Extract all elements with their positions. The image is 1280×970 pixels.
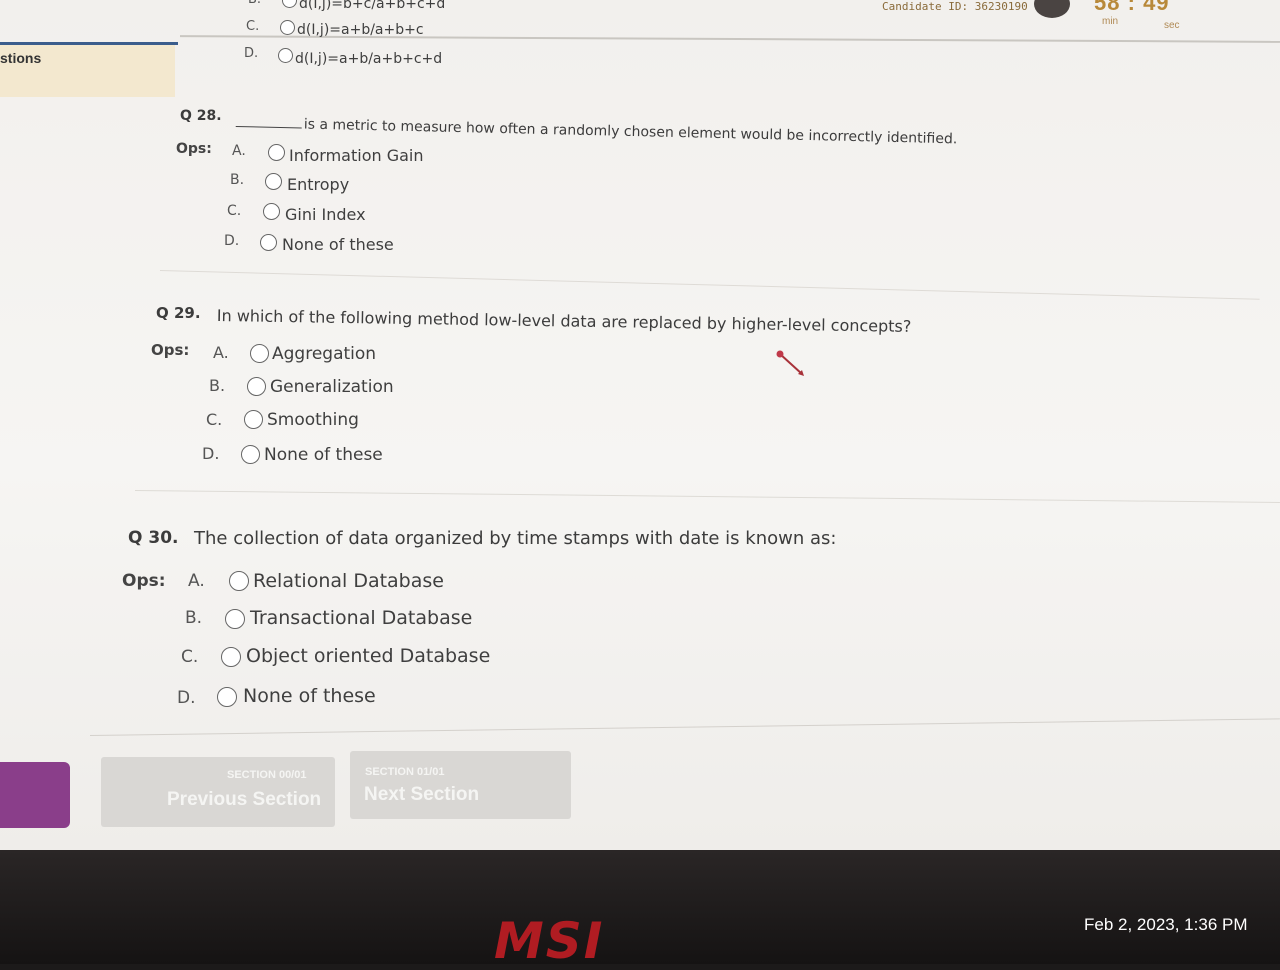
- radio-option[interactable]: [221, 647, 241, 667]
- option-letter: B.: [248, 0, 261, 7]
- radio-option[interactable]: [241, 445, 260, 464]
- mouse-pointer-icon: [776, 350, 804, 376]
- question-divider: [159, 270, 1260, 300]
- radio-option[interactable]: [268, 144, 285, 161]
- timer-seconds: 49: [1143, 0, 1170, 15]
- option-letter: A.: [232, 143, 246, 159]
- next-section-counter: SECTION 01/01: [365, 766, 445, 778]
- option-letter: D.: [177, 688, 196, 708]
- option-text: Relational Database: [253, 570, 444, 592]
- timer-min-label: min: [1102, 16, 1119, 27]
- radio-option[interactable]: [260, 234, 277, 251]
- option-text: Generalization: [270, 377, 394, 397]
- avatar: [1034, 0, 1070, 18]
- option-text: None of these: [282, 235, 394, 254]
- option-text: Entropy: [287, 175, 350, 194]
- radio-option[interactable]: [278, 48, 293, 63]
- radio-option[interactable]: [225, 609, 245, 629]
- previous-section-button[interactable]: SECTION 00/01 Previous Section: [101, 757, 335, 827]
- option-letter: B.: [209, 376, 226, 395]
- sidebar-toggle[interactable]: [0, 762, 70, 828]
- ops-label: Ops:: [151, 341, 190, 359]
- fill-blank: [235, 125, 302, 129]
- next-section-button[interactable]: SECTION 01/01 Next Section: [350, 751, 571, 819]
- radio-option[interactable]: [263, 203, 280, 220]
- footer-divider: [90, 718, 1280, 736]
- radio-option[interactable]: [244, 410, 263, 429]
- radio-option[interactable]: [250, 344, 269, 363]
- question-divider: [134, 490, 1280, 503]
- option-text: Smoothing: [267, 410, 359, 430]
- option-text: Object oriented Database: [246, 645, 491, 667]
- question-text-content: is a metric to measure how often a rando…: [303, 116, 958, 148]
- option-letter: A.: [213, 343, 229, 362]
- timer-separator: :: [1127, 0, 1136, 15]
- exam-screen: stions Candidate ID: 36230190 58 : 49 mi…: [0, 0, 1280, 850]
- option-text: Transactional Database: [250, 607, 473, 629]
- sidebar-label[interactable]: stions: [0, 50, 41, 66]
- option-letter: D.: [244, 46, 259, 61]
- option-text: Gini Index: [285, 205, 366, 224]
- question-text: is a metric to measure how often a rando…: [235, 115, 958, 148]
- option-letter: C.: [181, 647, 199, 667]
- option-text: d(I,j)=a+b/a+b+c: [297, 22, 424, 38]
- msi-logo: msi: [494, 912, 605, 970]
- question-text: In which of the following method low-lev…: [216, 306, 912, 336]
- option-letter: C.: [227, 203, 242, 219]
- radio-option[interactable]: [247, 377, 266, 396]
- timer-sec-label: sec: [1164, 20, 1180, 31]
- previous-section-counter: SECTION 00/01: [227, 769, 307, 781]
- countdown-timer: 58 : 49: [1094, 0, 1170, 16]
- candidate-id: Candidate ID: 36230190: [882, 0, 1028, 13]
- ops-label: Ops:: [122, 571, 166, 591]
- timer-minutes: 58: [1094, 0, 1121, 15]
- option-text: Aggregation: [272, 344, 377, 364]
- question-number: Q 28.: [180, 108, 222, 124]
- option-letter: A.: [188, 571, 205, 591]
- option-text: d(I,j)=a+b/a+b+c+d: [295, 51, 443, 67]
- radio-option[interactable]: [265, 173, 282, 190]
- laptop-bezel: [0, 850, 1280, 964]
- option-letter: D.: [202, 444, 220, 463]
- option-text: None of these: [243, 685, 376, 707]
- next-section-label: Next Section: [364, 784, 480, 805]
- option-letter: C.: [246, 19, 260, 34]
- option-text: d(I,j)=b+c/a+b+c+d: [299, 0, 446, 12]
- radio-option[interactable]: [282, 0, 297, 8]
- radio-option[interactable]: [217, 687, 237, 707]
- radio-option[interactable]: [280, 20, 295, 35]
- option-letter: C.: [206, 410, 223, 429]
- radio-option[interactable]: [229, 571, 249, 591]
- question-number: Q 30.: [128, 528, 179, 548]
- previous-section-label: Previous Section: [167, 789, 322, 810]
- option-letter: D.: [224, 233, 240, 249]
- photo-timestamp: Feb 2, 2023, 1:36 PM: [1084, 915, 1248, 934]
- question-text: The collection of data organized by time…: [194, 528, 837, 549]
- ops-label: Ops:: [176, 141, 212, 157]
- option-letter: B.: [230, 172, 245, 188]
- option-text: None of these: [264, 445, 383, 465]
- option-text: Information Gain: [289, 146, 424, 165]
- option-letter: B.: [185, 608, 203, 628]
- question-number: Q 29.: [156, 304, 201, 322]
